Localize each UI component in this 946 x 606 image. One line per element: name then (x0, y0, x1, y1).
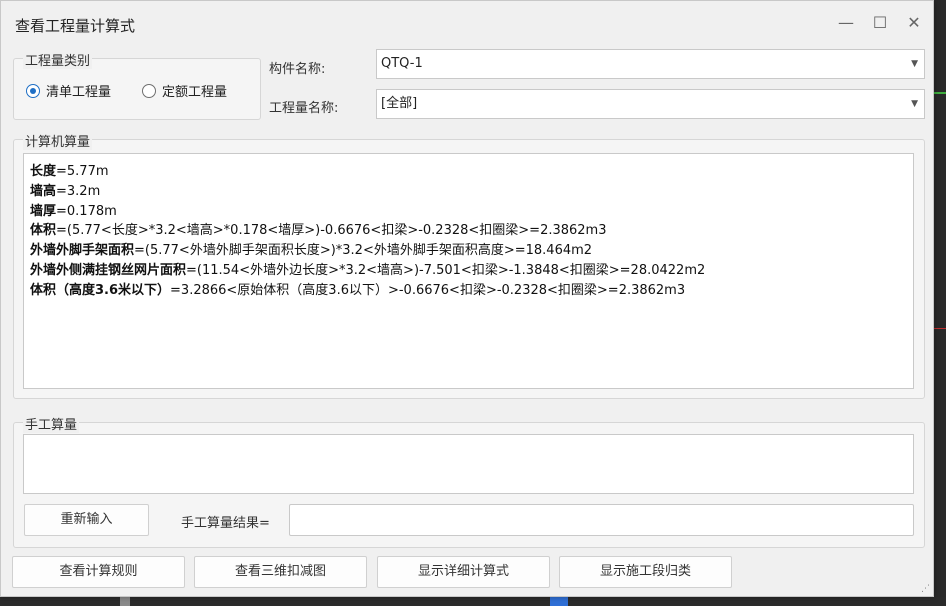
manual-result-label: 手工算量结果= (181, 516, 270, 531)
calc-line-expr: =0.178m (56, 203, 117, 219)
dropdown-arrow-icon: ▼ (911, 59, 918, 69)
calc-line-expr: =3.2866<原始体积（高度3.6以下）>-0.6676<扣梁>-0.2328… (170, 282, 686, 298)
calc-line-expr: =(5.77<外墙外脚手架面积长度>)*3.2<外墙外脚手架面积高度>=18.4… (134, 243, 593, 259)
calc-line-name: 体积（高度3.6米以下） (30, 282, 171, 298)
calc-line-expr: =5.77m (56, 164, 109, 179)
calc-line: 外墙外脚手架面积=(5.77<外墙外脚手架面积长度>)*3.2<外墙外脚手架面积… (30, 241, 907, 261)
calc-line: 体积（高度3.6米以下）=3.2866<原始体积（高度3.6以下）>-0.667… (30, 281, 907, 301)
radio-quota-label: 定额工程量 (162, 85, 228, 100)
background-gray-block (120, 597, 130, 606)
radio-bill-quantity[interactable]: 清单工程量 (26, 81, 111, 100)
background-bottom-strip (0, 597, 946, 606)
maximize-button[interactable]: ☐ (867, 9, 893, 37)
calc-line: 墙高=3.2m (30, 182, 907, 202)
background-green-line (934, 92, 946, 94)
calculation-dialog: 查看工程量计算式 — ☐ ✕ 工程量类别 清单工程量 定额工程量 构件名称: Q… (0, 0, 934, 597)
dropdown-arrow-icon: ▼ (911, 99, 918, 109)
calc-line: 体积=(5.77<长度>*3.2<墙高>*0.178<墙厚>)-0.6676<扣… (30, 221, 907, 241)
component-name-select[interactable]: QTQ-1 ▼ (376, 49, 925, 79)
component-name-label: 构件名称: (269, 62, 326, 77)
dialog-title: 查看工程量计算式 (15, 17, 136, 35)
radio-unchecked-icon (142, 83, 156, 98)
calc-line-name: 长度 (30, 164, 57, 179)
radio-quota-quantity[interactable]: 定额工程量 (142, 81, 227, 100)
background-red-line (934, 328, 946, 329)
show-detail-button[interactable]: 显示详细计算式 (377, 556, 550, 588)
view-rules-button[interactable]: 查看计算规则 (12, 556, 185, 588)
close-button[interactable]: ✕ (901, 9, 927, 37)
manual-calc-input[interactable] (23, 434, 914, 494)
manual-calc-legend: 手工算量 (23, 414, 80, 433)
resize-grip-icon[interactable]: ⋰ (921, 585, 930, 594)
category-legend: 工程量类别 (23, 50, 93, 69)
background-blue-block (550, 597, 568, 606)
component-name-value: QTQ-1 (381, 56, 423, 71)
calc-line-name: 外墙外侧满挂钢丝网片面积 (30, 262, 187, 278)
show-section-button[interactable]: 显示施工段归类 (559, 556, 732, 588)
background-canvas (934, 0, 946, 606)
calc-line: 墙厚=0.178m (30, 202, 907, 222)
radio-checked-icon (26, 83, 40, 98)
quantity-name-value: [全部] (381, 96, 418, 111)
calc-line-name: 体积 (30, 223, 57, 239)
calc-line-name: 外墙外脚手架面积 (30, 243, 135, 259)
minimize-button[interactable]: — (833, 9, 859, 37)
reenter-button[interactable]: 重新输入 (24, 504, 149, 536)
calc-line-expr: =3.2m (56, 183, 101, 199)
quantity-name-label: 工程量名称: (269, 101, 339, 116)
manual-result-field[interactable] (289, 504, 914, 536)
calc-line-name: 墙厚 (30, 203, 57, 219)
calc-line-expr: =(5.77<长度>*3.2<墙高>*0.178<墙厚>)-0.6676<扣梁>… (56, 223, 607, 239)
view-3d-button[interactable]: 查看三维扣减图 (194, 556, 367, 588)
computer-calc-text[interactable]: 长度=5.77m 墙高=3.2m 墙厚=0.178m 体积=(5.77<长度>*… (23, 153, 914, 389)
calc-line-name: 墙高 (30, 183, 57, 199)
computer-calc-legend: 计算机算量 (23, 131, 93, 150)
calc-line: 长度=5.77m (30, 162, 907, 182)
calc-line: 外墙外侧满挂钢丝网片面积=(11.54<外墙外边长度>*3.2<墙高>)-7.5… (30, 261, 907, 281)
radio-bill-label: 清单工程量 (46, 85, 112, 100)
calc-line-expr: =(11.54<外墙外边长度>*3.2<墙高>)-7.501<扣梁>-1.384… (186, 262, 706, 278)
quantity-name-select[interactable]: [全部] ▼ (376, 89, 925, 119)
